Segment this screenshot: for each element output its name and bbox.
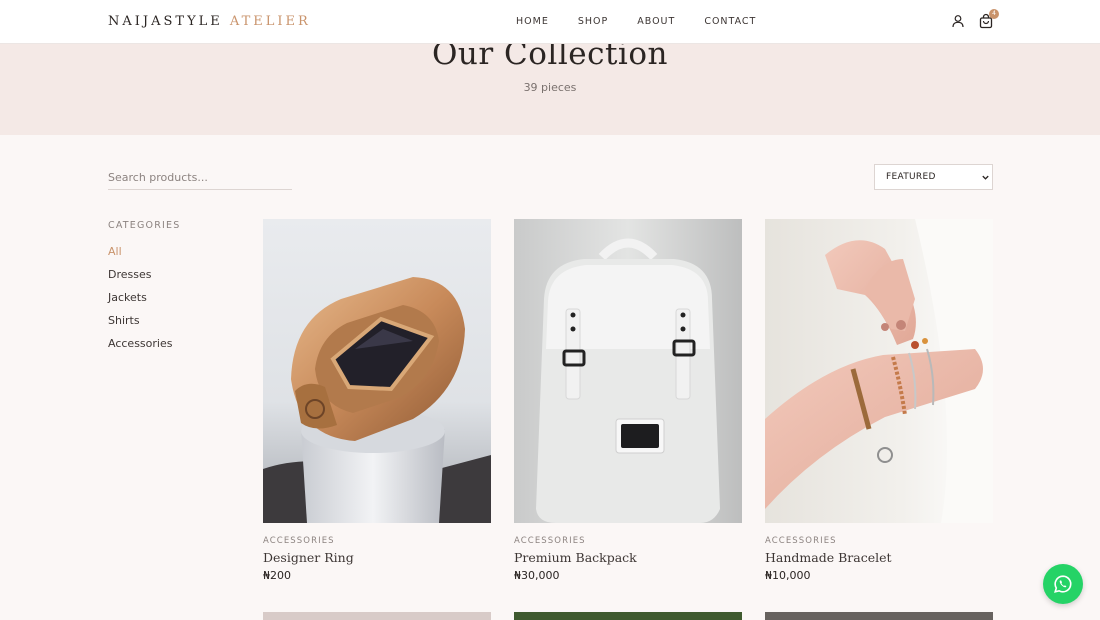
category-shirts[interactable]: Shirts (108, 314, 172, 337)
product-name[interactable]: Designer Ring (263, 550, 354, 565)
product-image-next-row[interactable] (263, 612, 491, 620)
product-image-ring[interactable] (263, 219, 491, 523)
product-price: ₦30,000 (514, 569, 560, 582)
product-count: 39 pieces (523, 81, 577, 94)
product-name[interactable]: Premium Backpack (514, 550, 637, 565)
product-category: ACCESSORIES (263, 536, 335, 546)
product-category: ACCESSORIES (765, 536, 837, 546)
whatsapp-icon (1054, 575, 1072, 593)
chevron-down-icon (982, 175, 989, 180)
product-card[interactable]: ACCESSORIES Premium Backpack ₦30,000 (514, 219, 742, 582)
main-nav: HOME SHOP ABOUT CONTACT (516, 16, 756, 27)
nav-contact[interactable]: CONTACT (704, 16, 756, 27)
product-card[interactable]: ACCESSORIES Designer Ring ₦200 (263, 219, 491, 582)
sort-selected-value: FEATURED (886, 172, 936, 182)
nav-shop[interactable]: SHOP (578, 16, 608, 27)
brand-logo[interactable]: NAIJASTYLE ATELIER (108, 14, 311, 29)
nav-about[interactable]: ABOUT (637, 16, 675, 27)
search-input[interactable] (108, 165, 292, 190)
nav-home[interactable]: HOME (516, 16, 549, 27)
category-jackets[interactable]: Jackets (108, 291, 172, 314)
product-card[interactable]: ACCESSORIES Handmade Bracelet ₦10,000 (765, 219, 993, 582)
product-image-next-row[interactable] (765, 612, 993, 620)
product-image-backpack[interactable] (514, 219, 742, 523)
brand-accent: ATELIER (229, 14, 311, 29)
product-category: ACCESSORIES (514, 536, 586, 546)
categories-heading: CATEGORIES (108, 220, 181, 231)
product-price: ₦200 (263, 569, 291, 582)
whatsapp-button[interactable] (1043, 564, 1083, 604)
category-all[interactable]: All (108, 245, 172, 268)
brand-name: NAIJASTYLE (108, 14, 223, 29)
user-icon[interactable] (950, 13, 966, 29)
category-accessories[interactable]: Accessories (108, 337, 172, 360)
product-image-bracelet[interactable] (765, 219, 993, 523)
cart-count-badge: 4 (989, 9, 999, 19)
product-name[interactable]: Handmade Bracelet (765, 550, 892, 565)
product-image-next-row[interactable] (514, 612, 742, 620)
sort-select[interactable]: FEATURED (874, 164, 993, 190)
category-dresses[interactable]: Dresses (108, 268, 172, 291)
site-header: NAIJASTYLE ATELIER HOME SHOP ABOUT CONTA… (0, 0, 1100, 44)
category-list: All Dresses Jackets Shirts Accessories (108, 245, 172, 360)
product-price: ₦10,000 (765, 569, 811, 582)
collection-hero: Our Collection 39 pieces (0, 36, 1100, 135)
